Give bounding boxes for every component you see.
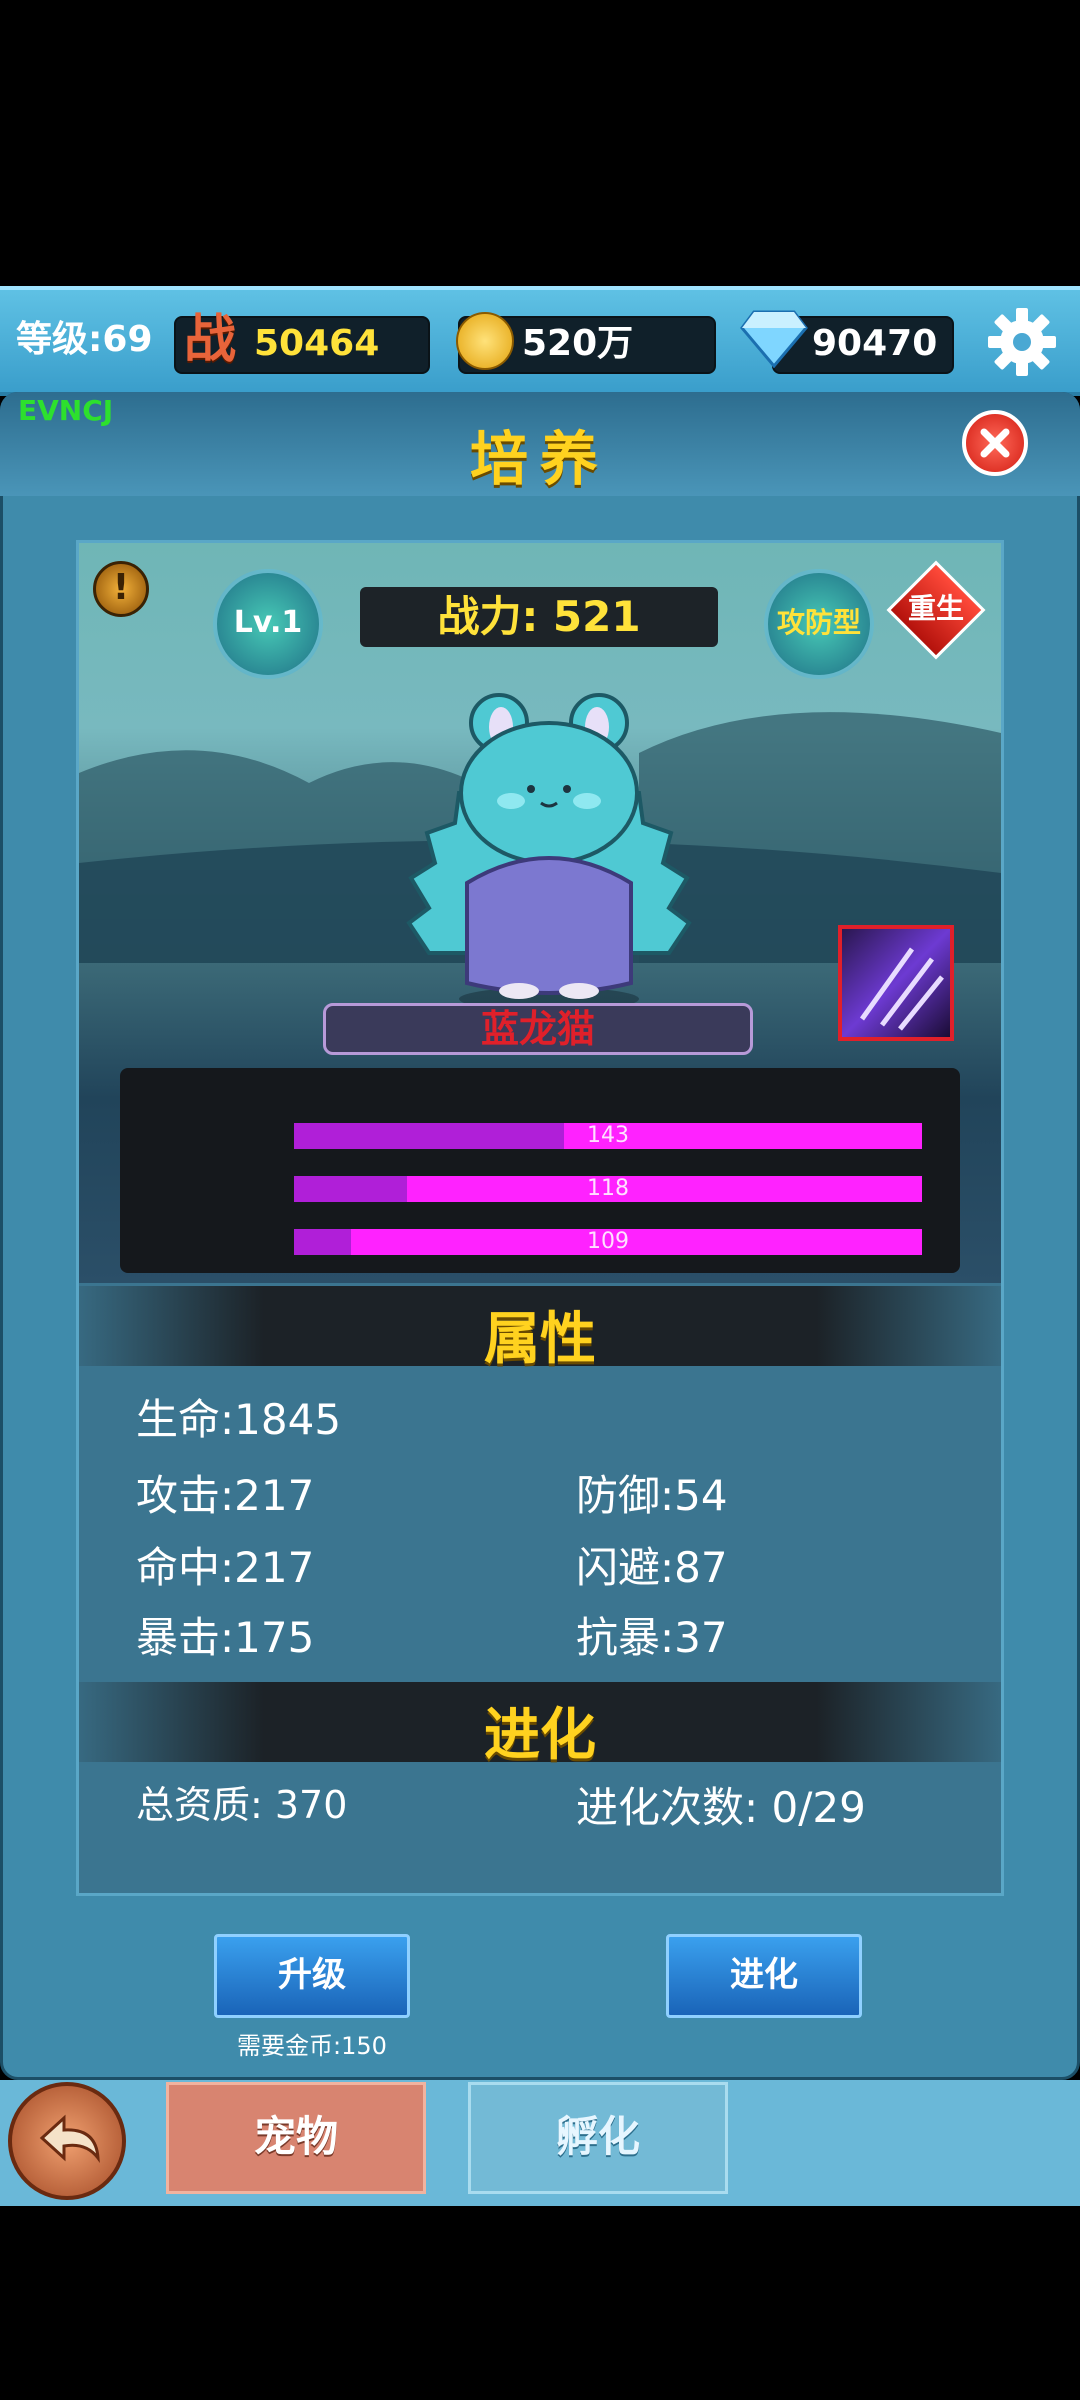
stat-hp: 生命:1845 xyxy=(136,1395,342,1444)
evolve-button[interactable]: 进化 xyxy=(666,1934,862,2018)
growth-bar: 118 xyxy=(294,1176,922,1202)
close-button[interactable] xyxy=(962,410,1028,476)
combat-power: 战力: 521 xyxy=(360,587,718,647)
back-arrow-icon xyxy=(39,2114,100,2163)
growth-bar: 109 xyxy=(294,1229,922,1255)
stat-dodge: 闪避:87 xyxy=(576,1543,728,1592)
stat-attack: 攻击:217 xyxy=(136,1471,315,1520)
growth-bar-value: 118 xyxy=(587,1176,629,1201)
gold-value: 520万 xyxy=(522,323,634,364)
evolution-title: 进化 xyxy=(484,1703,596,1768)
back-button[interactable] xyxy=(8,2082,126,2200)
close-icon xyxy=(980,428,1010,458)
attributes-section-header: 属性 xyxy=(79,1286,1001,1372)
tab-pet[interactable]: 宠物 xyxy=(166,2082,426,2194)
growth-bar-value: 143 xyxy=(587,1123,629,1148)
power-icon: 战 xyxy=(184,310,237,370)
total-quality: 总资质: 370 xyxy=(136,1783,348,1827)
pet-type-badge: 攻防型 xyxy=(764,569,874,679)
stat-crit: 暴击:175 xyxy=(136,1613,315,1662)
top-status-bar: 等级:69 战 50464 520万 90470 xyxy=(0,286,1080,396)
panel-title: 培养 xyxy=(469,425,610,493)
pet-name: 蓝龙猫 xyxy=(323,1003,753,1055)
settings-gear-icon[interactable] xyxy=(986,306,1058,378)
tab-hatch[interactable]: 孵化 xyxy=(468,2082,728,2194)
pet-level-badge: Lv.1 xyxy=(213,569,323,679)
growth-bars-panel: 143 118 109 xyxy=(120,1068,960,1273)
upgrade-cost: 需要金币:150 xyxy=(237,2032,387,2060)
growth-bar: 143 xyxy=(294,1123,922,1149)
stat-anti-crit: 抗暴:37 xyxy=(576,1613,728,1662)
diamond-value: 90470 xyxy=(812,323,938,364)
evolve-count: 进化次数: 0/29 xyxy=(576,1783,866,1832)
attributes-title: 属性 xyxy=(484,1307,596,1372)
rebirth-label[interactable]: 重生 xyxy=(891,587,981,627)
player-level: 等级:69 xyxy=(16,319,153,360)
stat-accuracy: 命中:217 xyxy=(136,1543,315,1592)
pet-showcase-scene: ! Lv.1 战力: 521 攻防型 重生 品质 SS 蓝龙猫 143 xyxy=(79,543,1001,1283)
pet-creature-image xyxy=(406,693,692,1011)
diamond-icon xyxy=(740,310,808,368)
gold-coin-icon xyxy=(456,312,514,370)
power-value: 50464 xyxy=(254,323,380,364)
skill-claw-icon[interactable] xyxy=(838,925,954,1041)
upgrade-button[interactable]: 升级 xyxy=(214,1934,410,2018)
stat-defense: 防御:54 xyxy=(576,1471,728,1520)
growth-bar-value: 109 xyxy=(587,1229,629,1254)
info-icon[interactable]: ! xyxy=(93,561,149,617)
evolution-section-header: 进化 xyxy=(79,1682,1001,1768)
